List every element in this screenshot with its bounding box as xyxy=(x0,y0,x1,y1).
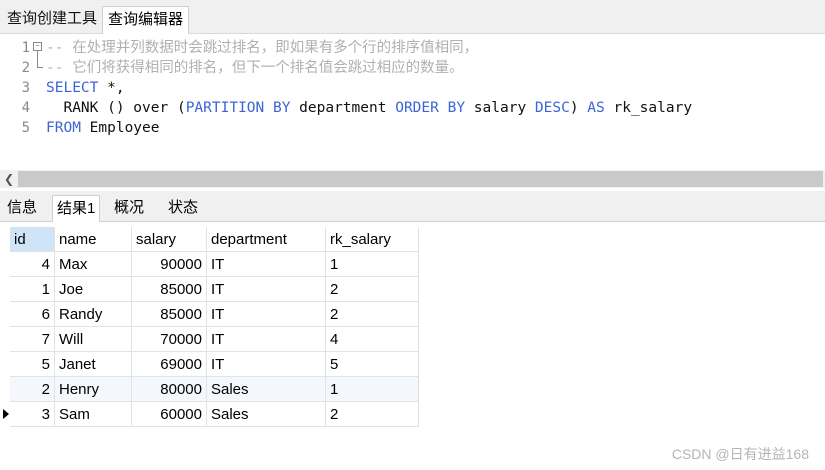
grid-cell-id[interactable]: 1 xyxy=(10,277,55,302)
row-indicator[interactable] xyxy=(0,277,10,302)
row-indicator[interactable] xyxy=(0,352,10,377)
grid-cell-rk-salary[interactable]: 1 xyxy=(326,377,419,402)
tab-overview[interactable]: 概况 xyxy=(110,195,148,221)
grid-cell-department[interactable]: IT xyxy=(207,302,326,327)
code-line: -- 在处理并列数据时会跳过排名，即如果有多个行的排序值相同， xyxy=(46,38,478,58)
sql-keyword: FROM xyxy=(46,120,81,136)
sql-keyword: AS xyxy=(587,100,605,116)
grid-cell-department[interactable]: Sales xyxy=(207,377,326,402)
sql-comment: -- 它们将获得相同的排名，但下一个排名值会跳过相应的数量。 xyxy=(46,60,464,76)
line-number: 4 xyxy=(21,100,30,116)
scrollbar-thumb[interactable] xyxy=(18,171,823,187)
grid-cell-salary[interactable]: 69000 xyxy=(132,352,207,377)
sql-keyword: SELECT xyxy=(46,80,99,96)
sql-keyword: ORDER BY xyxy=(395,100,466,116)
grid-cell-rk-salary[interactable]: 2 xyxy=(326,302,419,327)
sql-text: rk_salary xyxy=(604,100,693,116)
grid-cell-department[interactable]: IT xyxy=(207,252,326,277)
editor-tab-bar: 查询创建工具 查询编辑器 xyxy=(0,0,825,34)
column-header-id[interactable]: id xyxy=(10,227,55,252)
sql-text: RANK () over ( xyxy=(46,100,186,116)
grid-cell-rk-salary[interactable]: 2 xyxy=(326,277,419,302)
tab-result1[interactable]: 结果1 xyxy=(52,195,101,222)
line-number: 5 xyxy=(21,120,30,136)
sql-text: ) xyxy=(569,100,588,116)
sql-keyword: DESC xyxy=(534,100,570,116)
fold-guide-end xyxy=(37,67,43,68)
grid-cell-name[interactable]: Joe xyxy=(55,277,132,302)
grid-cell-department[interactable]: IT xyxy=(207,352,326,377)
code-line: RANK () over (PARTITION BY department OR… xyxy=(46,98,692,118)
grid-cell-id[interactable]: 5 xyxy=(10,352,55,377)
column-header-department[interactable]: department xyxy=(207,227,326,252)
grid-cell-salary[interactable]: 85000 xyxy=(132,277,207,302)
row-indicator[interactable] xyxy=(0,402,10,427)
watermark: CSDN @日有进益168 xyxy=(671,446,809,462)
code-line: FROM Employee xyxy=(46,118,160,138)
tab-query-builder[interactable]: 查询创建工具 xyxy=(2,6,102,32)
grid-cell-salary[interactable]: 85000 xyxy=(132,302,207,327)
code-line: -- 它们将获得相同的排名，但下一个排名值会跳过相应的数量。 xyxy=(46,58,464,78)
tab-info[interactable]: 信息 xyxy=(3,195,41,221)
grid-cell-id[interactable]: 2 xyxy=(10,377,55,402)
current-row-arrow-icon xyxy=(3,409,9,419)
grid-cell-salary[interactable]: 90000 xyxy=(132,252,207,277)
sql-text: department xyxy=(290,100,396,116)
grid-cell-department[interactable]: IT xyxy=(207,277,326,302)
line-number-gutter: 1 2 3 4 5 − xyxy=(0,34,44,170)
grid-cell-name[interactable]: Max xyxy=(55,252,132,277)
grid-cell-name[interactable]: Randy xyxy=(55,302,132,327)
line-number: 3 xyxy=(21,80,30,96)
grid-cell-department[interactable]: IT xyxy=(207,327,326,352)
grid-cell-name[interactable]: Sam xyxy=(55,402,132,427)
grid-cell-id[interactable]: 7 xyxy=(10,327,55,352)
grid-cell-id[interactable]: 4 xyxy=(10,252,55,277)
tab-query-editor[interactable]: 查询编辑器 xyxy=(102,6,190,34)
sql-text: salary xyxy=(465,100,535,116)
fold-guide xyxy=(37,51,38,67)
row-indicator[interactable] xyxy=(0,252,10,277)
sql-editor[interactable]: 1 2 3 4 5 − -- 在处理并列数据时会跳过排名，即如果有多个行的排序值… xyxy=(0,34,825,170)
row-indicator[interactable] xyxy=(0,327,10,352)
grid-cell-id[interactable]: 3 xyxy=(10,402,55,427)
grid-cell-id[interactable]: 6 xyxy=(10,302,55,327)
grid-cell-department[interactable]: Sales xyxy=(207,402,326,427)
sql-comment: -- 在处理并列数据时会跳过排名，即如果有多个行的排序值相同， xyxy=(46,40,479,56)
tab-status[interactable]: 状态 xyxy=(164,195,202,221)
grid-cell-rk-salary[interactable]: 2 xyxy=(326,402,419,427)
sql-keyword: PARTITION BY xyxy=(185,100,291,116)
line-number: 1 xyxy=(21,40,30,56)
line-number: 2 xyxy=(21,60,30,76)
row-indicator[interactable] xyxy=(0,302,10,327)
sql-text: Employee xyxy=(80,120,160,136)
result-tab-bar: 信息 结果1 概况 状态 xyxy=(0,191,825,222)
grid-cell-salary[interactable]: 70000 xyxy=(132,327,207,352)
grid-cell-name[interactable]: Janet xyxy=(55,352,132,377)
column-header-rk-salary[interactable]: rk_salary xyxy=(326,227,419,252)
editor-horizontal-scrollbar[interactable]: ❮ xyxy=(0,170,825,188)
grid-cell-salary[interactable]: 80000 xyxy=(132,377,207,402)
grid-cell-name[interactable]: Will xyxy=(55,327,132,352)
code-line: SELECT *, xyxy=(46,78,125,98)
grid-cell-rk-salary[interactable]: 4 xyxy=(326,327,419,352)
grid-cell-rk-salary[interactable]: 5 xyxy=(326,352,419,377)
fold-collapse-icon[interactable]: − xyxy=(33,42,42,51)
row-indicator[interactable] xyxy=(0,377,10,402)
scroll-left-arrow-icon[interactable]: ❮ xyxy=(3,171,15,187)
grid-cell-name[interactable]: Henry xyxy=(55,377,132,402)
column-header-salary[interactable]: salary xyxy=(132,227,207,252)
sql-text: *, xyxy=(98,80,125,96)
column-header-name[interactable]: name xyxy=(55,227,132,252)
grid-cell-rk-salary[interactable]: 1 xyxy=(326,252,419,277)
grid-cell-salary[interactable]: 60000 xyxy=(132,402,207,427)
